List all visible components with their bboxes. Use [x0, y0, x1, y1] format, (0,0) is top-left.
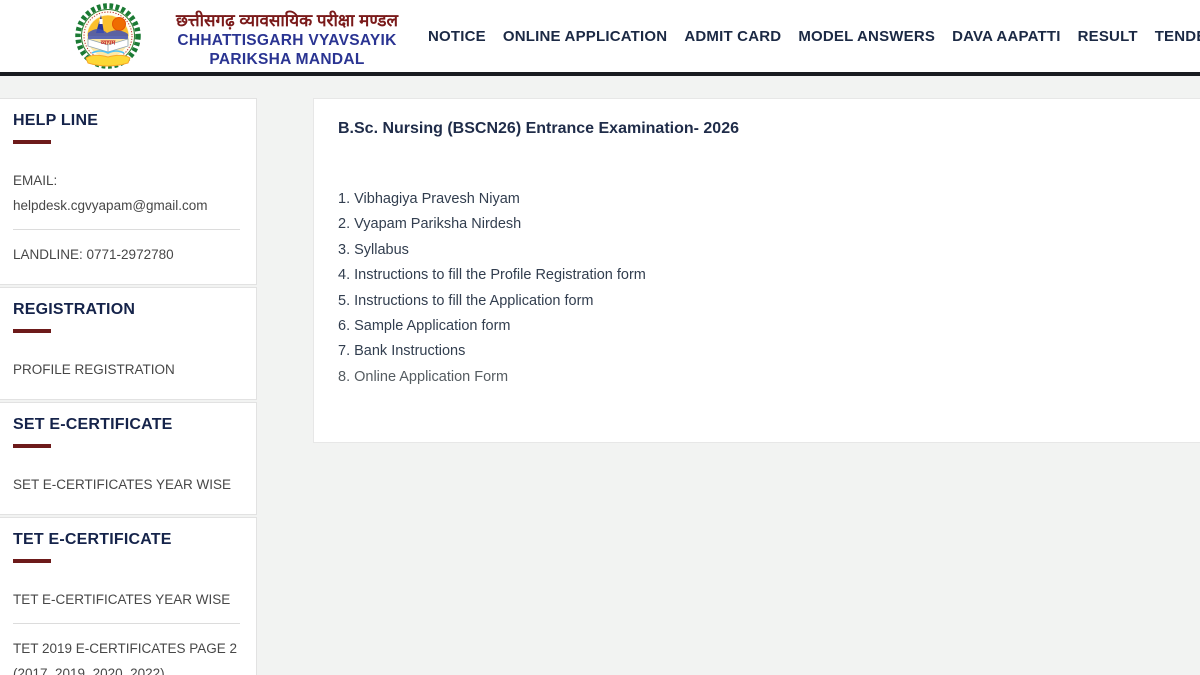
doc-list-item-syllabus[interactable]: 3. Syllabus — [338, 238, 409, 263]
doc-list-item-sample-application-form[interactable]: 6. Sample Application form — [338, 314, 510, 339]
sidebar-section-set-e-certificate: SET E-CERTIFICATE SET E-CERTIFICATES YEAR… — [0, 402, 257, 515]
sidebar-section-registration: REGISTRATION PROFILE REGISTRATION — [0, 287, 257, 400]
sidebar-link-helpdesk-cgvyapam-gmail-com[interactable]: helpdesk.cgvyapam@gmail.com — [13, 193, 240, 218]
nav-item-dava-aapatti[interactable]: DAVA AAPATTI — [952, 28, 1061, 45]
content-panel: B.Sc. Nursing (BSCN26) Entrance Examinat… — [313, 98, 1200, 443]
org-name-english-line2: PARIKSHA MANDAL — [168, 51, 406, 70]
doc-list-item-instructions-to-fill-the-profile-registration-form[interactable]: 4. Instructions to fill the Profile Regi… — [338, 263, 646, 288]
sidebar-section-items: TET E-CERTIFICATES YEAR WISE TET 2019 E-C… — [13, 587, 240, 675]
accent-underline — [13, 329, 51, 333]
nav-item-result[interactable]: RESULT — [1078, 28, 1138, 45]
sidebar-link-tet-e-certificates-year-wise[interactable]: TET E-CERTIFICATES YEAR WISE — [13, 587, 240, 612]
sidebar-section-items: EMAIL:helpdesk.cgvyapam@gmail.com LANDLIN… — [13, 168, 240, 267]
nav-item-online-application[interactable]: ONLINE APPLICATION — [503, 28, 667, 45]
sidebar-section-items: PROFILE REGISTRATION — [13, 357, 240, 382]
accent-underline — [13, 444, 51, 448]
site-header: व्यापम छत्तीसगढ़ व्यावसायिक परीक्षा मण्ड… — [0, 0, 1200, 76]
sidebar-item: TET 2019 E-CERTIFICATES PAGE 2 (2017, 20… — [13, 636, 240, 675]
sidebar-item-label: EMAIL: — [13, 168, 240, 193]
sidebar-item: LANDLINE: 0771-2972780 — [13, 242, 240, 267]
sidebar-item: PROFILE REGISTRATION — [13, 357, 240, 382]
sidebar-link-set-e-certificates-year-wise[interactable]: SET E-CERTIFICATES YEAR WISE — [13, 472, 240, 497]
cg-vyapam-emblem-icon: व्यापम — [74, 3, 142, 71]
sidebar-section-title: TET E-CERTIFICATE — [13, 531, 240, 549]
doc-list-item-online-application-form[interactable]: 8. Online Application Form — [338, 365, 508, 390]
sidebar-section-title: SET E-CERTIFICATE — [13, 416, 240, 434]
accent-underline — [13, 559, 51, 563]
doc-list-item-instructions-to-fill-the-application-form[interactable]: 5. Instructions to fill the Application … — [338, 289, 594, 314]
sidebar-item-text: LANDLINE: 0771-2972780 — [13, 242, 240, 267]
sidebar-section-help-line: HELP LINE EMAIL:helpdesk.cgvyapam@gmail.c… — [0, 98, 257, 285]
nav-item-notice[interactable]: NOTICE — [428, 28, 486, 45]
nav-item-tender[interactable]: TENDER — [1155, 28, 1200, 45]
doc-list-item-vyapam-pariksha-nirdesh[interactable]: 2. Vyapam Pariksha Nirdesh — [338, 212, 521, 237]
sidebar-section-title: REGISTRATION — [13, 301, 240, 319]
sidebar: HELP LINE EMAIL:helpdesk.cgvyapam@gmail.c… — [0, 98, 257, 675]
doc-list-item-bank-instructions[interactable]: 7. Bank Instructions — [338, 339, 465, 364]
nav-item-model-answers[interactable]: MODEL ANSWERS — [798, 28, 935, 45]
accent-underline — [13, 140, 51, 144]
doc-list-item-vibhagiya-pravesh-niyam[interactable]: 1. Vibhagiya Pravesh Niyam — [338, 187, 520, 212]
sidebar-item: EMAIL:helpdesk.cgvyapam@gmail.com — [13, 168, 240, 230]
main-nav: NOTICE ONLINE APPLICATION ADMIT CARD MODEL … — [428, 0, 1200, 72]
sidebar-link-tet-2019-e-certificates-page-2-2017-2019[interactable]: TET 2019 E-CERTIFICATES PAGE 2 (2017, 20… — [13, 636, 240, 675]
doc-list: 1. Vibhagiya Pravesh Niyam2. Vyapam Pari… — [338, 187, 1176, 390]
sidebar-section-items: SET E-CERTIFICATES YEAR WISE — [13, 472, 240, 497]
svg-text:व्यापम: व्यापम — [100, 40, 116, 47]
cg-vyapam-logo[interactable]: व्यापम — [74, 3, 142, 71]
sidebar-link-profile-registration[interactable]: PROFILE REGISTRATION — [13, 357, 240, 382]
page-title: B.Sc. Nursing (BSCN26) Entrance Examinat… — [338, 120, 1176, 138]
sidebar-item: SET E-CERTIFICATES YEAR WISE — [13, 472, 240, 497]
org-title-block: छत्तीसगढ़ व्यावसायिक परीक्षा मण्डल CHHAT… — [168, 11, 406, 70]
sidebar-item: TET E-CERTIFICATES YEAR WISE — [13, 587, 240, 624]
sidebar-section-tet-e-certificate: TET E-CERTIFICATE TET E-CERTIFICATES YEAR… — [0, 517, 257, 675]
org-name-english-line1: CHHATTISGARH VYAVSAYIK — [168, 32, 406, 51]
sidebar-section-title: HELP LINE — [13, 112, 240, 130]
nav-item-admit-card[interactable]: ADMIT CARD — [684, 28, 781, 45]
org-name-hindi: छत्तीसगढ़ व्यावसायिक परीक्षा मण्डल — [168, 11, 406, 32]
